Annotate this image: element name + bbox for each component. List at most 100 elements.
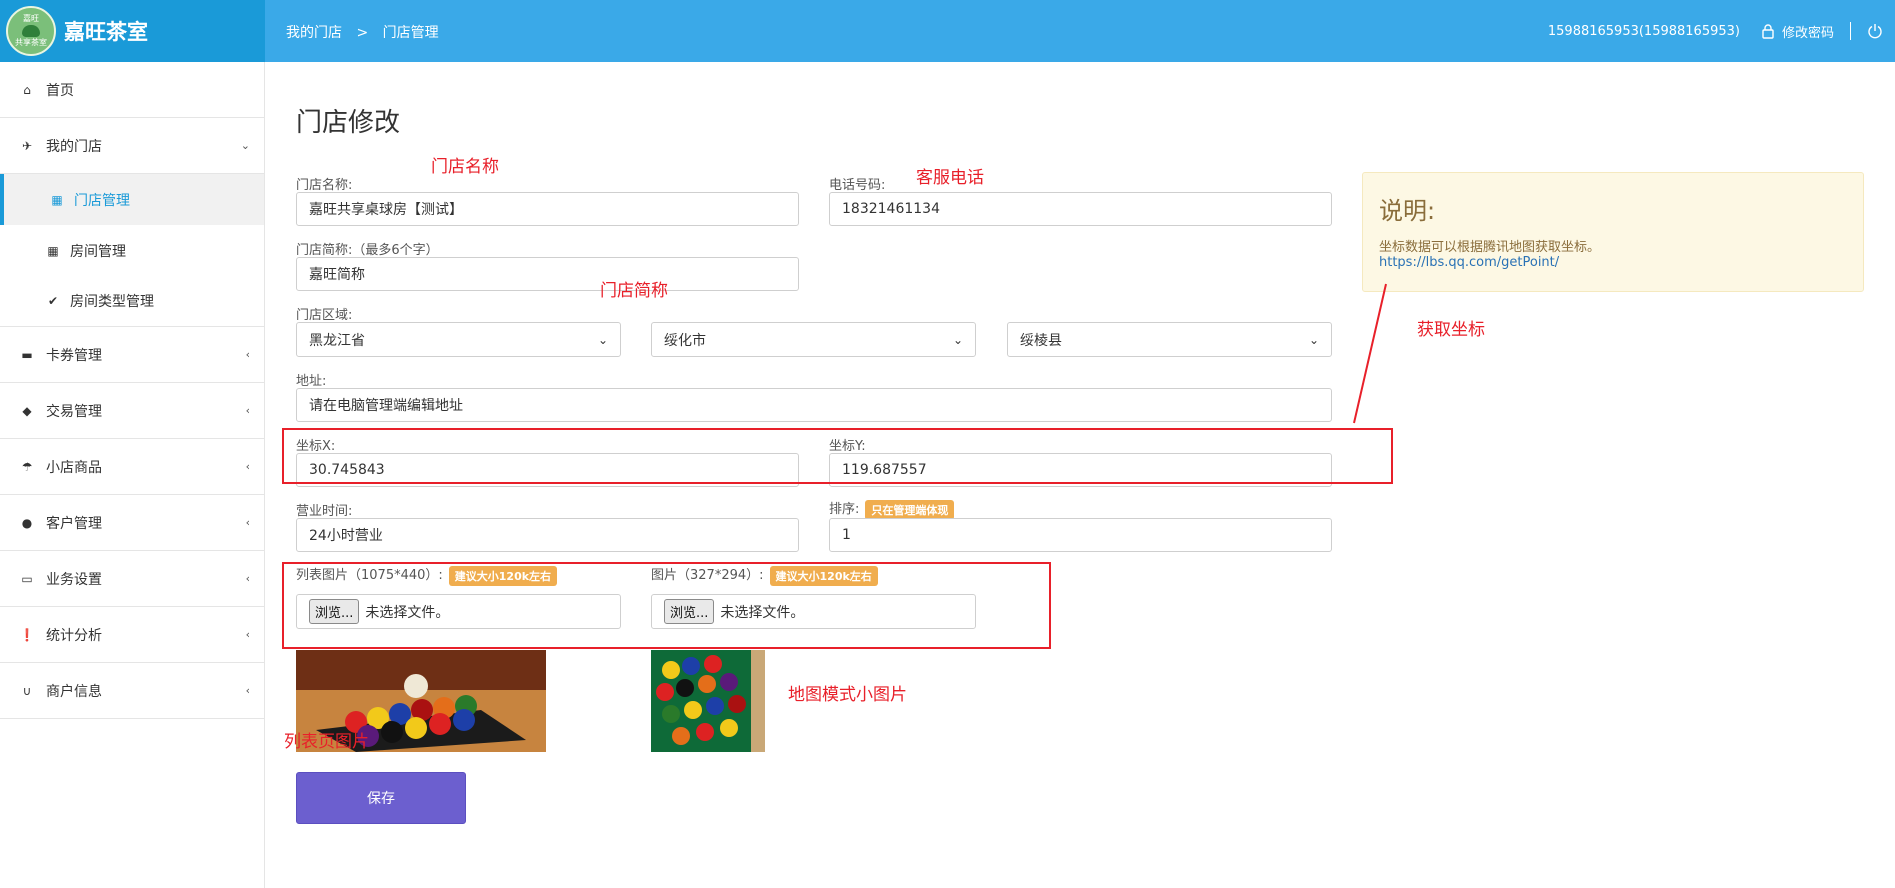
sidebar-item-customer-management[interactable]: ● 客户管理 ‹	[0, 495, 264, 551]
county-value: 绥棱县	[1020, 332, 1062, 349]
sidebar-item-home[interactable]: ⌂ 首页	[0, 62, 264, 118]
short-name-input[interactable]: 嘉旺简称	[296, 257, 799, 291]
city-select[interactable]: 绥化市 ⌄	[651, 322, 976, 357]
page-title: 门店修改	[296, 108, 401, 138]
sidebar-item-store-management[interactable]: ▦ 门店管理	[0, 174, 264, 225]
sort-input[interactable]: 1	[829, 518, 1332, 552]
province-value: 黑龙江省	[309, 332, 365, 349]
breadcrumb: 我的门店 > 门店管理	[286, 22, 449, 42]
logo: 嘉旺 共享茶室	[6, 6, 56, 56]
store-name-input[interactable]: 嘉旺共享桌球房【测试】	[296, 192, 799, 226]
county-select[interactable]: 绥棱县 ⌄	[1007, 322, 1332, 357]
chevron-down-icon: ⌄	[597, 332, 608, 347]
annotation-get-coordinates: 获取坐标	[1417, 320, 1485, 340]
sidebar: ⌂ 首页 ✈ 我的门店 ⌄ ▦ 门店管理 ▦ 房间管理 ✔ 房间类型管理 ▬ 卡…	[0, 62, 265, 888]
sidebar-item-label: 房间管理	[70, 243, 126, 260]
sidebar-item-statistics[interactable]: ❗ 统计分析 ‹	[0, 607, 264, 663]
sidebar-item-label: 我的门店	[46, 138, 102, 155]
address-input[interactable]: 请在电脑管理端编辑地址	[296, 388, 1332, 422]
image-upload-highlight-box	[282, 562, 1051, 649]
check-icon: ✔	[47, 294, 59, 308]
grid-icon: ▦	[47, 243, 59, 258]
lock-icon	[1762, 24, 1774, 39]
chevron-down-icon: ⌄	[1308, 332, 1319, 347]
annotation-store-name: 门店名称	[431, 157, 499, 177]
chevron-left-icon: ‹	[245, 460, 250, 473]
store-name-label: 门店名称:	[296, 178, 353, 193]
sidebar-item-label: 统计分析	[46, 627, 102, 644]
note-heading: 说明:	[1379, 197, 1436, 225]
sidebar-item-label: 业务设置	[46, 571, 102, 588]
sidebar-item-room-type-management[interactable]: ✔ 房间类型管理	[0, 276, 264, 327]
region-label: 门店区域:	[296, 308, 353, 323]
admin-only-badge: 只在管理端体现	[865, 499, 955, 520]
chevron-left-icon: ‹	[245, 628, 250, 641]
coordinates-highlight-box	[282, 428, 1393, 484]
save-button[interactable]: 保存	[296, 772, 466, 824]
inbox-icon: ▭	[21, 571, 33, 586]
change-password-link[interactable]: 修改密码	[1782, 22, 1834, 41]
sidebar-item-label: 卡券管理	[46, 347, 102, 364]
annotation-map-small-image: 地图模式小图片	[788, 685, 907, 705]
coordinate-picker-link[interactable]: https://lbs.qq.com/getPoint/	[1379, 255, 1847, 270]
phone-input[interactable]: 18321461134	[829, 192, 1332, 226]
sidebar-item-label: 客户管理	[46, 515, 102, 532]
divider	[1850, 22, 1851, 40]
brand-name: 嘉旺茶室	[64, 20, 148, 44]
sidebar-item-transaction-management[interactable]: ◆ 交易管理 ‹	[0, 383, 264, 439]
sidebar-item-merchant-info[interactable]: ∪ 商户信息 ‹	[0, 663, 264, 719]
hours-input[interactable]: 24小时营业	[296, 518, 799, 552]
city-value: 绥化市	[664, 332, 706, 349]
short-name-label: 门店简称:（最多6个字）	[296, 243, 439, 258]
user-account: 15988165953(15988165953)	[1547, 23, 1740, 39]
grid-icon: ▦	[51, 192, 63, 207]
info-note: 说明: 坐标数据可以根据腾讯地图获取坐标。 https://lbs.qq.com…	[1362, 172, 1864, 292]
sidebar-item-label: 首页	[46, 82, 74, 99]
chevron-left-icon: ‹	[245, 572, 250, 585]
sidebar-item-label: 小店商品	[46, 459, 102, 476]
billiard-balls-image	[651, 650, 765, 752]
annotation-list-page-image: 列表页图片	[284, 732, 369, 752]
phone-label: 电话号码:	[829, 178, 886, 193]
chevron-left-icon: ‹	[245, 404, 250, 417]
top-bar: 嘉旺 共享茶室 嘉旺茶室 我的门店 > 门店管理 15988165953(159…	[0, 0, 1895, 62]
annotation-service-phone: 客服电话	[916, 168, 984, 188]
sidebar-item-coupon-management[interactable]: ▬ 卡券管理 ‹	[0, 327, 264, 383]
sidebar-item-shop-products[interactable]: ☂ 小店商品 ‹	[0, 439, 264, 495]
home-icon: ⌂	[23, 82, 31, 97]
sidebar-item-room-management[interactable]: ▦ 房间管理	[0, 225, 264, 276]
umbrella-icon: ☂	[21, 459, 33, 474]
plane-icon: ✈	[21, 138, 33, 153]
main-content: 门店修改 门店名称: 嘉旺共享桌球房【测试】 电话号码: 18321461134…	[265, 62, 1895, 888]
note-text: 坐标数据可以根据腾讯地图获取坐标。	[1379, 240, 1601, 255]
user-icon: ●	[21, 515, 33, 530]
map-small-image-preview	[651, 650, 765, 752]
logo-text-top: 嘉旺	[23, 14, 39, 23]
hours-label: 营业时间:	[296, 504, 353, 519]
user-area: 15988165953(15988165953) 修改密码	[1548, 0, 1889, 62]
annotation-short-name: 门店简称	[600, 281, 668, 301]
sidebar-item-label: 交易管理	[46, 403, 102, 420]
breadcrumb-item-my-store[interactable]: 我的门店	[286, 25, 342, 41]
logo-turtle-icon	[22, 25, 40, 37]
breadcrumb-separator: >	[356, 25, 369, 41]
annotation-arrow-line	[1353, 283, 1387, 424]
province-select[interactable]: 黑龙江省 ⌄	[296, 322, 621, 357]
sidebar-item-label: 商户信息	[46, 683, 102, 700]
chevron-left-icon: ‹	[245, 684, 250, 697]
folder-icon: ▬	[21, 347, 33, 362]
info-icon: ❗	[19, 627, 35, 642]
power-icon[interactable]	[1867, 23, 1883, 39]
logo-text-bottom: 共享茶室	[15, 38, 47, 47]
chevron-left-icon: ‹	[245, 348, 250, 361]
chevron-left-icon: ‹	[245, 516, 250, 529]
sidebar-item-label: 门店管理	[74, 192, 130, 209]
breadcrumb-item-store-management: 门店管理	[382, 25, 439, 41]
sidebar-item-label: 房间类型管理	[70, 294, 154, 310]
address-label: 地址:	[296, 374, 327, 389]
sort-label: 排序:	[829, 502, 860, 517]
brand[interactable]: 嘉旺 共享茶室 嘉旺茶室	[0, 0, 265, 62]
chevron-down-icon: ⌄	[240, 139, 250, 152]
sidebar-item-my-store[interactable]: ✈ 我的门店 ⌄	[0, 118, 264, 174]
sidebar-item-business-settings[interactable]: ▭ 业务设置 ‹	[0, 551, 264, 607]
